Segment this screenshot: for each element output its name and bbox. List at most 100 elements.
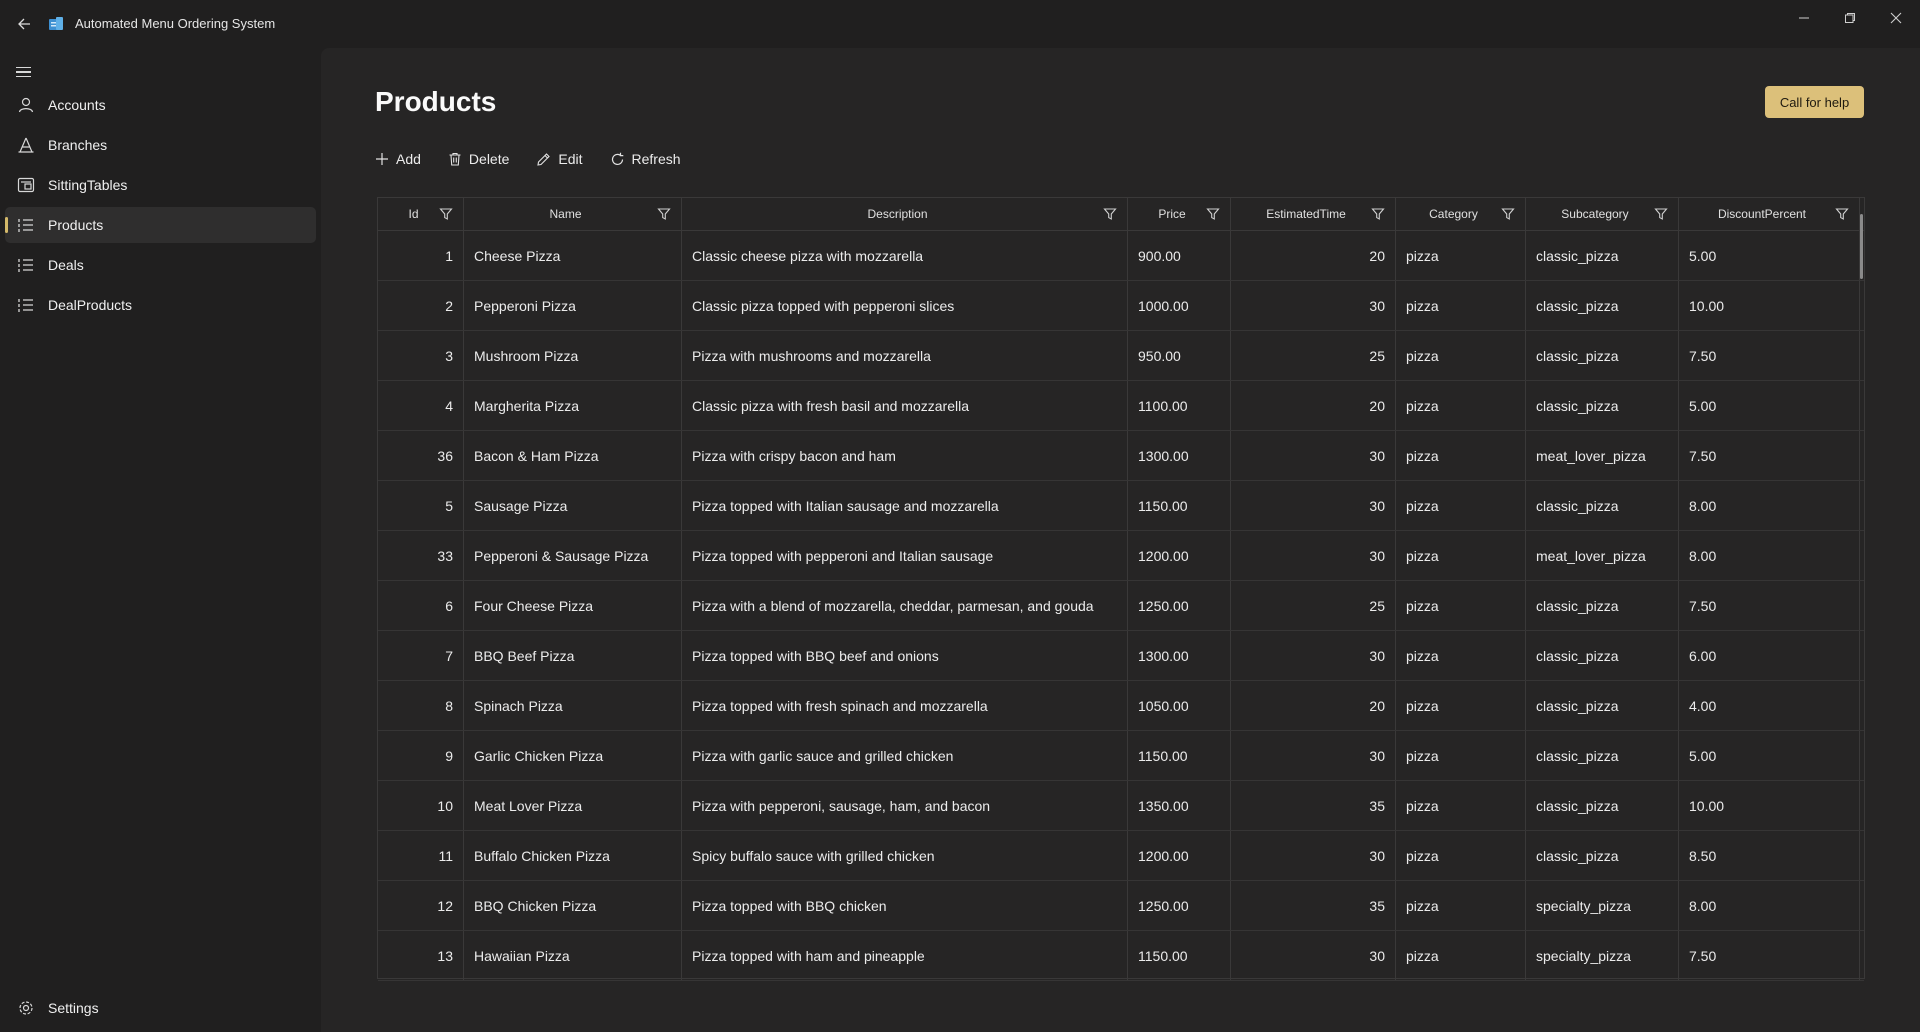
cell-discount: 7.50: [1679, 331, 1860, 380]
cell-category: pizza: [1396, 481, 1526, 530]
cell-name: Garlic Chicken Pizza: [464, 731, 682, 780]
table-row[interactable]: 33 Pepperoni & Sausage Pizza Pizza topped …: [378, 531, 1864, 581]
cell-subcategory: classic_pizza: [1526, 581, 1679, 630]
cell-subcategory: classic_pizza: [1526, 781, 1679, 830]
table-header: Id Name Description Price EstimatedTime Categ…: [378, 198, 1864, 231]
cell-description: Classic pizza with fresh basil and mozza…: [682, 381, 1128, 430]
cell-time: 30: [1231, 431, 1396, 480]
column-header[interactable]: EstimatedTime: [1231, 198, 1396, 230]
column-header-label: Description: [867, 207, 928, 221]
table-row[interactable]: 2 Pepperoni Pizza Classic pizza topped wit…: [378, 281, 1864, 331]
table-row[interactable]: 5 Sausage Pizza Pizza topped with Italian …: [378, 481, 1864, 531]
cell-description: Pizza with pepperoni, sausage, ham, and …: [682, 781, 1128, 830]
sidebar-item-accounts[interactable]: Accounts: [5, 87, 316, 123]
cell-description: Pizza with crispy bacon and ham: [682, 431, 1128, 480]
sidebar-item-products[interactable]: Products: [5, 207, 316, 243]
column-header-label: Id: [408, 207, 419, 221]
sidebar-item-settings[interactable]: Settings: [5, 990, 316, 1026]
cell-time: 35: [1231, 781, 1396, 830]
sidebar-item-label: Deals: [48, 257, 84, 273]
table-row[interactable]: 6 Four Cheese Pizza Pizza with a blend of …: [378, 581, 1864, 631]
delete-label: Delete: [468, 151, 510, 167]
sidebar-item-dealproducts[interactable]: DealProducts: [5, 287, 316, 323]
column-header[interactable]: Price: [1128, 198, 1231, 230]
cell-time: 20: [1231, 681, 1396, 730]
sidebar-item-branches[interactable]: Branches: [5, 127, 316, 163]
sidebar-item-deals[interactable]: Deals: [5, 247, 316, 283]
cell-price: 900.00: [1128, 231, 1231, 280]
restore-button[interactable]: [1828, 6, 1872, 30]
products-data-grid: Id Name Description Price EstimatedTime Categ…: [377, 197, 1865, 981]
cell-description: Classic pizza topped with pepperoni slic…: [682, 281, 1128, 330]
cell-discount: 10.00: [1679, 781, 1860, 830]
table-row[interactable]: 10 Meat Lover Pizza Pizza with pepperoni, …: [378, 781, 1864, 831]
cell-id: 13: [378, 931, 464, 980]
column-header[interactable]: Id: [378, 198, 464, 230]
cell-id: 12: [378, 881, 464, 930]
filter-icon[interactable]: [439, 207, 453, 221]
edit-button[interactable]: Edit: [536, 151, 583, 167]
cell-id: 3: [378, 331, 464, 380]
cell-price: 1250.00: [1128, 581, 1231, 630]
table-row[interactable]: 4 Margherita Pizza Classic pizza with fres…: [378, 381, 1864, 431]
cell-subcategory: classic_pizza: [1526, 681, 1679, 730]
table-row[interactable]: 13 Hawaiian Pizza Pizza topped with ham an…: [378, 931, 1864, 981]
filter-icon[interactable]: [1654, 207, 1668, 221]
table-row[interactable]: 12 BBQ Chicken Pizza Pizza topped with BBQ…: [378, 881, 1864, 931]
close-button[interactable]: [1874, 6, 1918, 30]
back-arrow-icon[interactable]: [12, 12, 36, 36]
cell-price: 1300.00: [1128, 631, 1231, 680]
cell-time: 30: [1231, 731, 1396, 780]
table-row[interactable]: 8 Spinach Pizza Pizza topped with fresh sp…: [378, 681, 1864, 731]
sidebar-item-sittingtables[interactable]: SittingTables: [5, 167, 316, 203]
table-row[interactable]: 11 Buffalo Chicken Pizza Spicy buffalo sau…: [378, 831, 1864, 881]
hamburger-menu-icon[interactable]: [12, 62, 36, 82]
call-for-help-button[interactable]: Call for help: [1765, 86, 1864, 118]
cell-category: pizza: [1396, 731, 1526, 780]
cell-time: 25: [1231, 331, 1396, 380]
cell-discount: 7.50: [1679, 931, 1860, 980]
cell-price: 1300.00: [1128, 431, 1231, 480]
app-title: Automated Menu Ordering System: [75, 16, 276, 31]
filter-icon[interactable]: [657, 207, 671, 221]
table-row[interactable]: 3 Mushroom Pizza Pizza with mushrooms and …: [378, 331, 1864, 381]
column-header[interactable]: Name: [464, 198, 682, 230]
cell-name: BBQ Chicken Pizza: [464, 881, 682, 930]
add-button[interactable]: Add: [375, 151, 421, 167]
table-row[interactable]: 7 BBQ Beef Pizza Pizza topped with BBQ bee…: [378, 631, 1864, 681]
cell-time: 30: [1231, 831, 1396, 880]
column-header[interactable]: Description: [682, 198, 1128, 230]
column-header-label: Subcategory: [1561, 207, 1629, 221]
cell-category: pizza: [1396, 381, 1526, 430]
cell-description: Pizza topped with BBQ beef and onions: [682, 631, 1128, 680]
filter-icon[interactable]: [1103, 207, 1117, 221]
cell-discount: 5.00: [1679, 731, 1860, 780]
cell-subcategory: meat_lover_pizza: [1526, 431, 1679, 480]
filter-icon[interactable]: [1206, 207, 1220, 221]
filter-icon[interactable]: [1835, 207, 1849, 221]
table-icon: [17, 176, 35, 194]
table-row[interactable]: 9 Garlic Chicken Pizza Pizza with garlic s…: [378, 731, 1864, 781]
delete-button[interactable]: Delete: [448, 151, 509, 167]
column-header[interactable]: Category: [1396, 198, 1526, 230]
cell-time: 30: [1231, 531, 1396, 580]
filter-icon[interactable]: [1371, 207, 1385, 221]
cell-name: Mushroom Pizza: [464, 331, 682, 380]
table-row[interactable]: 1 Cheese Pizza Classic cheese pizza with m…: [378, 231, 1864, 281]
column-header[interactable]: DiscountPercent: [1679, 198, 1860, 230]
trash-icon: [449, 152, 461, 166]
plus-icon: [376, 153, 388, 165]
settings-label: Settings: [48, 1000, 99, 1016]
refresh-button[interactable]: Refresh: [610, 151, 681, 167]
sidebar-item-label: SittingTables: [48, 177, 128, 193]
cell-time: 30: [1231, 931, 1396, 980]
table-row[interactable]: 36 Bacon & Ham Pizza Pizza with crispy bac…: [378, 431, 1864, 481]
cell-discount: 8.50: [1679, 831, 1860, 880]
minimize-button[interactable]: [1782, 6, 1826, 30]
cell-description: Pizza with garlic sauce and grilled chic…: [682, 731, 1128, 780]
column-header[interactable]: Subcategory: [1526, 198, 1679, 230]
filter-icon[interactable]: [1501, 207, 1515, 221]
cell-discount: 8.00: [1679, 481, 1860, 530]
cell-id: 5: [378, 481, 464, 530]
vertical-scrollbar[interactable]: [1860, 214, 1863, 279]
